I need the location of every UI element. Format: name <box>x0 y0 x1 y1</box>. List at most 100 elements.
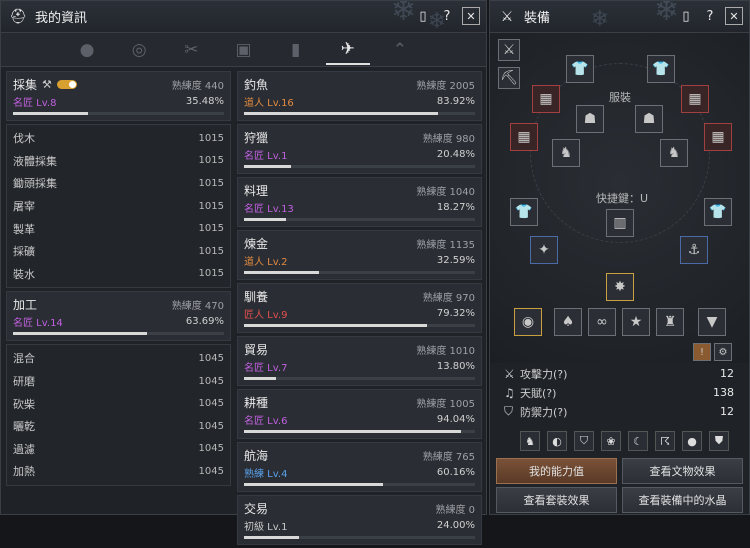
mask-icon[interactable]: ◐ <box>547 431 567 451</box>
life-skill-section[interactable]: 料理 熟練度 1040 名匠 Lv.13 18.27% <box>237 177 482 227</box>
pouch-slot[interactable]: ♜ <box>656 308 684 336</box>
life-skill-section[interactable]: 貿易 熟練度 1010 名匠 Lv.7 13.80% <box>237 336 482 386</box>
stat-name[interactable]: 攻擊力(?) <box>520 366 720 382</box>
life-skill-section[interactable]: 煉金 熟練度 1135 道人 Lv.2 32.59% <box>237 230 482 280</box>
stat-name[interactable]: 防禦力(?) <box>520 404 720 420</box>
help-icon[interactable]: ? <box>438 7 456 25</box>
life-skill-section[interactable]: 馴養 熟練度 970 匠人 Lv.9 79.32% <box>237 283 482 333</box>
artifact-button[interactable]: 查看文物效果 <box>622 458 743 484</box>
skill-level: 熟練 Lv.4 <box>244 469 288 480</box>
tab-gift-icon[interactable]: ▣ <box>221 35 265 65</box>
tab-chevron-up-icon[interactable]: ⌃ <box>378 35 422 65</box>
helmet-slot[interactable]: ☗ <box>576 105 604 133</box>
armor-slot-2[interactable]: ♞ <box>660 139 688 167</box>
sub-skill-value: 1015 <box>198 132 224 144</box>
progress-bar <box>244 483 475 486</box>
skill-level: 名匠 Lv.8 <box>13 98 57 109</box>
gathering-processing-column: 採集 ⚒ 熟練度 440 名匠 Lv.8 35.48% 伐木 1015 液體採集 10… <box>6 71 231 486</box>
crystal-button[interactable]: 查看裝備中的水晶 <box>622 487 743 513</box>
armor-icon[interactable]: ⛉ <box>574 431 594 451</box>
skill-name: 馴養 <box>244 290 269 304</box>
dragon-icon[interactable]: ☾ <box>628 431 648 451</box>
my-info-window: ❄ ❄ ⛑ 我的資訊 ▯ ? ✕ ● ◎ ✂ ▣ ▮ ✈ ⌃ 採集 ⚒ 熟練度 … <box>0 0 487 545</box>
info-tabs: ● ◎ ✂ ▣ ▮ ✈ ⌃ <box>1 33 486 67</box>
gear-icon[interactable]: ⚙ <box>714 343 732 361</box>
sub-skill-value: 1045 <box>198 375 224 387</box>
skill-name: 煉金 <box>244 237 269 251</box>
armor-slot[interactable]: ♞ <box>552 139 580 167</box>
sub-skill-row: 過濾 1045 <box>7 438 230 461</box>
life-skill-section[interactable]: 耕種 熟練度 1005 名匠 Lv.6 94.04% <box>237 389 482 439</box>
snowflake-decoration-icon: ❄ <box>653 1 679 28</box>
shovel-slot[interactable]: ♠ <box>554 308 582 336</box>
life-skill-section[interactable]: 釣魚 熟練度 2005 道人 Lv.16 83.92% <box>237 71 482 121</box>
life-skill-section[interactable]: 狩獵 熟練度 980 名匠 Lv.1 20.48% <box>237 124 482 174</box>
outfit-slot-red[interactable]: ▦ <box>532 85 560 113</box>
skill-percent: 79.32% <box>436 308 475 319</box>
paw-icon[interactable]: ❀ <box>601 431 621 451</box>
help-icon[interactable]: ? <box>701 7 719 25</box>
ability-button[interactable]: 我的能力值 <box>496 458 617 484</box>
runner-icon[interactable]: ☈ <box>655 431 675 451</box>
window-title: 我的資訊 <box>35 11 88 26</box>
sub-skill-value: 1015 <box>198 245 224 257</box>
outfit-top-slot[interactable]: 👕 <box>566 55 594 83</box>
gathering-section[interactable]: 採集 ⚒ 熟練度 440 名匠 Lv.8 35.48% <box>6 71 231 121</box>
tab-tools-icon[interactable]: ✂ <box>169 35 213 65</box>
sub-skill-row: 屠宰 1015 <box>7 195 230 218</box>
alert-icon[interactable]: ! <box>693 343 711 361</box>
proficiency-label: 熟練度 1005 <box>416 399 475 410</box>
tab-medal-icon[interactable]: ◎ <box>117 35 161 65</box>
star-slot[interactable]: ★ <box>622 308 650 336</box>
weapon-slot[interactable]: ✦ <box>530 236 558 264</box>
my-info-titlebar[interactable]: ❄ ❄ ⛑ 我的資訊 ▯ ? ✕ <box>1 1 486 33</box>
gathering-toggle[interactable] <box>56 80 77 89</box>
horse-icon[interactable]: ♞ <box>520 431 540 451</box>
skill-level: 名匠 Lv.6 <box>244 416 288 427</box>
document-icon[interactable]: ▯ <box>677 7 695 25</box>
progress-bar <box>244 271 475 274</box>
helmet-slot-2[interactable]: ☗ <box>635 105 663 133</box>
tab-life-skill-icon[interactable]: ✈ <box>325 35 370 65</box>
person-icon[interactable]: ● <box>682 431 702 451</box>
sub-skill-row: 伐木 1015 <box>7 127 230 150</box>
sub-skill-row: 砍柴 1045 <box>7 392 230 415</box>
chest-slot[interactable]: 👕 <box>510 198 538 226</box>
shield-icon[interactable]: ⛊ <box>709 431 729 451</box>
pickaxe-icon[interactable]: ⛏ <box>498 67 520 89</box>
main-weapon-slot[interactable]: ✸ <box>606 273 634 301</box>
crossed-swords-icon[interactable]: ⚔ <box>498 39 520 61</box>
equipment-icon: ⚔ <box>500 8 514 25</box>
document-icon[interactable]: ▯ <box>414 7 432 25</box>
emblem-slot[interactable]: ▼ <box>698 308 726 336</box>
progress-bar <box>13 332 224 336</box>
tab-chart-icon[interactable]: ▮ <box>274 35 318 65</box>
sub-skill-row: 採礦 1015 <box>7 240 230 263</box>
glasses-slot[interactable]: ∞ <box>588 308 616 336</box>
proficiency-label: 熟練度 980 <box>422 134 475 145</box>
sub-skill-value: 1045 <box>198 420 224 432</box>
outfit-slot-red-2[interactable]: ▦ <box>681 85 709 113</box>
skill-percent: 63.69% <box>185 316 224 328</box>
sub-skill-name: 曬乾 <box>13 420 35 434</box>
outfit-slot-red-4[interactable]: ▦ <box>704 123 732 151</box>
chest-slot-2[interactable]: 👕 <box>704 198 732 226</box>
stat-name[interactable]: 天賦(?) <box>520 385 713 401</box>
pants-slot[interactable]: ▥ <box>606 209 634 237</box>
outfit-top-slot-2[interactable]: 👕 <box>647 55 675 83</box>
weapon-slot-2[interactable]: ⚓ <box>680 236 708 264</box>
life-skill-section[interactable]: 航海 熟練度 765 熟練 Lv.4 60.16% <box>237 442 482 492</box>
sub-skill-name: 加熱 <box>13 465 35 479</box>
life-skill-section[interactable]: 交易 熟練度 0 初級 Lv.1 24.00% <box>237 495 482 545</box>
sword-icon: ⚔ <box>504 366 515 381</box>
sub-skill-name: 鋤頭採集 <box>13 177 57 191</box>
close-icon[interactable]: ✕ <box>462 7 480 25</box>
skill-percent: 94.04% <box>436 414 475 425</box>
set-effect-button[interactable]: 查看套裝效果 <box>496 487 617 513</box>
processing-section[interactable]: 加工 熟練度 470 名匠 Lv.14 63.69% <box>6 291 231 342</box>
accessory-slot[interactable]: ◉ <box>514 308 542 336</box>
equipment-titlebar[interactable]: ❄ ❄ ⚔ 裝備 ▯ ? ✕ <box>490 1 749 33</box>
tab-person-icon[interactable]: ● <box>65 35 109 65</box>
close-icon[interactable]: ✕ <box>725 7 743 25</box>
outfit-slot-red-3[interactable]: ▦ <box>510 123 538 151</box>
